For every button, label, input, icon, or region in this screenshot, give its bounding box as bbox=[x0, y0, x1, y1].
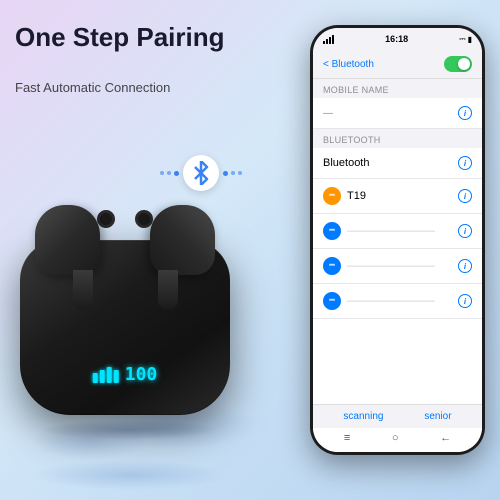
status-icons: ⎓ ▮ bbox=[459, 34, 472, 44]
device-icon-2: ⎓ bbox=[323, 257, 341, 275]
left-section: One Step Pairing Fast Automatic Connecti… bbox=[0, 0, 280, 500]
earbuds-case: 100 bbox=[20, 240, 230, 415]
device-row-1-left: ⎓ ———————— bbox=[323, 222, 435, 240]
earbud-right bbox=[140, 205, 215, 295]
bluetooth-item-text: Bluetooth bbox=[323, 157, 369, 169]
device-icon-3: ⎓ bbox=[323, 292, 341, 310]
back-icon[interactable]: ← bbox=[440, 432, 451, 444]
device-name-1: ———————— bbox=[347, 225, 435, 237]
bt-dots-left bbox=[160, 171, 179, 176]
home-icon[interactable]: ○ bbox=[392, 432, 399, 444]
device-row-2[interactable]: ⎓ ———————— i bbox=[313, 249, 482, 284]
platform-ellipse bbox=[30, 460, 230, 490]
device-row-3[interactable]: ⎓ ———————— i bbox=[313, 284, 482, 319]
bat-bar bbox=[93, 373, 98, 383]
mobile-name-value: — bbox=[323, 108, 333, 119]
bluetooth-status-icon: ⎓ bbox=[459, 34, 465, 44]
device-info-3[interactable]: i bbox=[458, 294, 472, 308]
main-heading: One Step Pairing bbox=[15, 22, 225, 53]
device-t19-left: ⎓ T19 bbox=[323, 187, 366, 205]
sub-heading: Fast Automatic Connection bbox=[15, 80, 170, 95]
bluetooth-icon bbox=[191, 161, 211, 185]
back-button[interactable]: < Bluetooth bbox=[323, 59, 374, 70]
menu-icon[interactable]: ≡ bbox=[344, 432, 350, 444]
phone-screen: 16:18 ⎓ ▮ < Bluetooth Mobile Name — i bbox=[313, 28, 482, 452]
device-row-1[interactable]: ⎓ ———————— i bbox=[313, 214, 482, 249]
earbud-left bbox=[35, 205, 110, 295]
bluetooth-icon-circle bbox=[183, 155, 219, 191]
device-name-3: ———————— bbox=[347, 295, 435, 307]
device-row-3-left: ⎓ ———————— bbox=[323, 292, 435, 310]
scanning-label: scanning bbox=[343, 411, 383, 422]
battery-icon bbox=[93, 367, 119, 383]
bt-dot bbox=[238, 171, 242, 175]
battery-display: 100 bbox=[93, 364, 158, 385]
battery-percent: 100 bbox=[125, 364, 158, 385]
mobile-name-item: — i bbox=[313, 98, 482, 129]
earbud-stem-right bbox=[158, 270, 178, 310]
bluetooth-animation bbox=[160, 155, 242, 191]
bluetooth-item-left: Bluetooth bbox=[323, 157, 369, 169]
scanning-bar: scanning senior bbox=[313, 404, 482, 428]
earbud-hook-left bbox=[97, 210, 115, 228]
device-t19-name: T19 bbox=[347, 190, 366, 202]
senior-label: senior bbox=[424, 411, 451, 422]
device-row-2-left: ⎓ ———————— bbox=[323, 257, 435, 275]
bluetooth-item: Bluetooth i bbox=[313, 148, 482, 179]
mobile-name-label: Mobile Name bbox=[313, 79, 482, 98]
phone-footer: scanning senior ≡ ○ ← bbox=[313, 404, 482, 452]
earbud-body-left bbox=[35, 205, 100, 275]
signal-icon bbox=[323, 35, 334, 44]
device-t19-info[interactable]: i bbox=[458, 189, 472, 203]
bluetooth-header: < Bluetooth bbox=[313, 50, 482, 79]
bat-bar bbox=[114, 370, 119, 383]
bt-dot bbox=[223, 171, 228, 176]
device-name-2: ———————— bbox=[347, 260, 435, 272]
info-icon[interactable]: i bbox=[458, 106, 472, 120]
device-t19-icon: ⎓ bbox=[323, 187, 341, 205]
device-info-2[interactable]: i bbox=[458, 259, 472, 273]
case-shadow bbox=[40, 420, 220, 440]
device-icon-1: ⎓ bbox=[323, 222, 341, 240]
bat-bar bbox=[100, 370, 105, 383]
home-bar: ≡ ○ ← bbox=[313, 428, 482, 452]
bluetooth-info-icon[interactable]: i bbox=[458, 156, 472, 170]
device-info-1[interactable]: i bbox=[458, 224, 472, 238]
phone-container: 16:18 ⎓ ▮ < Bluetooth Mobile Name — i bbox=[310, 25, 485, 465]
status-time: 16:18 bbox=[385, 34, 408, 44]
status-bar: 16:18 ⎓ ▮ bbox=[313, 28, 482, 50]
bt-dot bbox=[231, 171, 235, 175]
platform-shadow bbox=[0, 460, 260, 490]
bt-dot bbox=[167, 171, 171, 175]
bt-dot bbox=[174, 171, 179, 176]
bt-dot bbox=[160, 171, 164, 175]
earbud-stem-left bbox=[73, 270, 93, 310]
bat-bar bbox=[107, 367, 112, 383]
bluetooth-label: Bluetooth bbox=[313, 129, 482, 148]
bt-dots-right bbox=[223, 171, 242, 176]
device-t19-item[interactable]: ⎓ T19 i bbox=[313, 179, 482, 214]
phone-outer: 16:18 ⎓ ▮ < Bluetooth Mobile Name — i bbox=[310, 25, 485, 455]
earbud-body-right bbox=[150, 205, 215, 275]
bluetooth-toggle[interactable] bbox=[444, 56, 472, 72]
battery-status-icon: ▮ bbox=[468, 35, 472, 44]
earbuds-container: 100 bbox=[20, 240, 240, 440]
